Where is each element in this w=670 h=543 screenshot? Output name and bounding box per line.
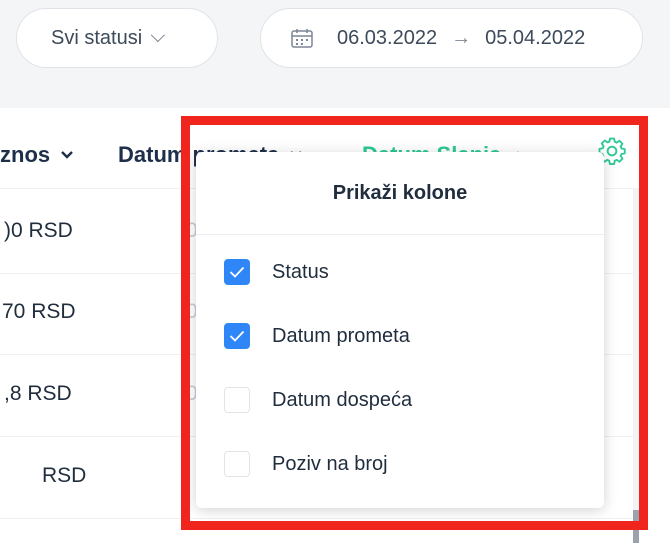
scrollbar-track[interactable] [633, 188, 639, 538]
date-to: 05.04.2022 [485, 26, 586, 49]
column-header-iznos[interactable]: znos [0, 142, 74, 168]
column-picker-popover: Prikaži kolone Status Datum prometa Datu… [196, 152, 604, 508]
arrow-right-icon: → [451, 26, 472, 49]
amount-cell: ,8 RSD [4, 382, 72, 405]
column-option-label: Datum prometa [272, 324, 410, 347]
checkbox[interactable] [224, 387, 250, 413]
date-range-picker[interactable]: 06.03.2022 → 05.04.2022 [260, 8, 643, 68]
column-option-label: Poziv na broj [272, 452, 388, 475]
column-option-datum-dospeca[interactable]: Datum dospeća [224, 380, 412, 420]
column-header-label: znos [0, 142, 51, 167]
chevron-down-icon [61, 151, 73, 159]
date-from: 06.03.2022 [337, 26, 438, 49]
filter-bar: Svi statusi 06.03.2022 → 05.04.2022 [0, 0, 670, 108]
amount-cell: 70 RSD [2, 300, 76, 323]
column-option-datum-prometa[interactable]: Datum prometa [224, 316, 410, 356]
column-option-status[interactable]: Status [224, 252, 329, 292]
checkbox[interactable] [224, 259, 250, 285]
chevron-down-icon [150, 28, 166, 43]
amount-cell: )0 RSD [4, 219, 73, 242]
checkmark-icon [229, 266, 245, 278]
column-option-label: Status [272, 260, 329, 283]
column-option-poziv-na-broj[interactable]: Poziv na broj [224, 444, 388, 484]
checkmark-icon [229, 330, 245, 342]
status-filter-dropdown[interactable]: Svi statusi [16, 8, 218, 68]
checkbox[interactable] [224, 323, 250, 349]
column-option-label: Datum dospeća [272, 388, 413, 411]
status-filter-label: Svi statusi [51, 26, 143, 49]
checkbox[interactable] [224, 451, 250, 477]
amount-cell: RSD [42, 464, 87, 487]
calendar-icon [291, 29, 313, 48]
scrollbar-thumb[interactable] [633, 510, 639, 543]
popover-title: Prikaži kolone [196, 152, 604, 235]
